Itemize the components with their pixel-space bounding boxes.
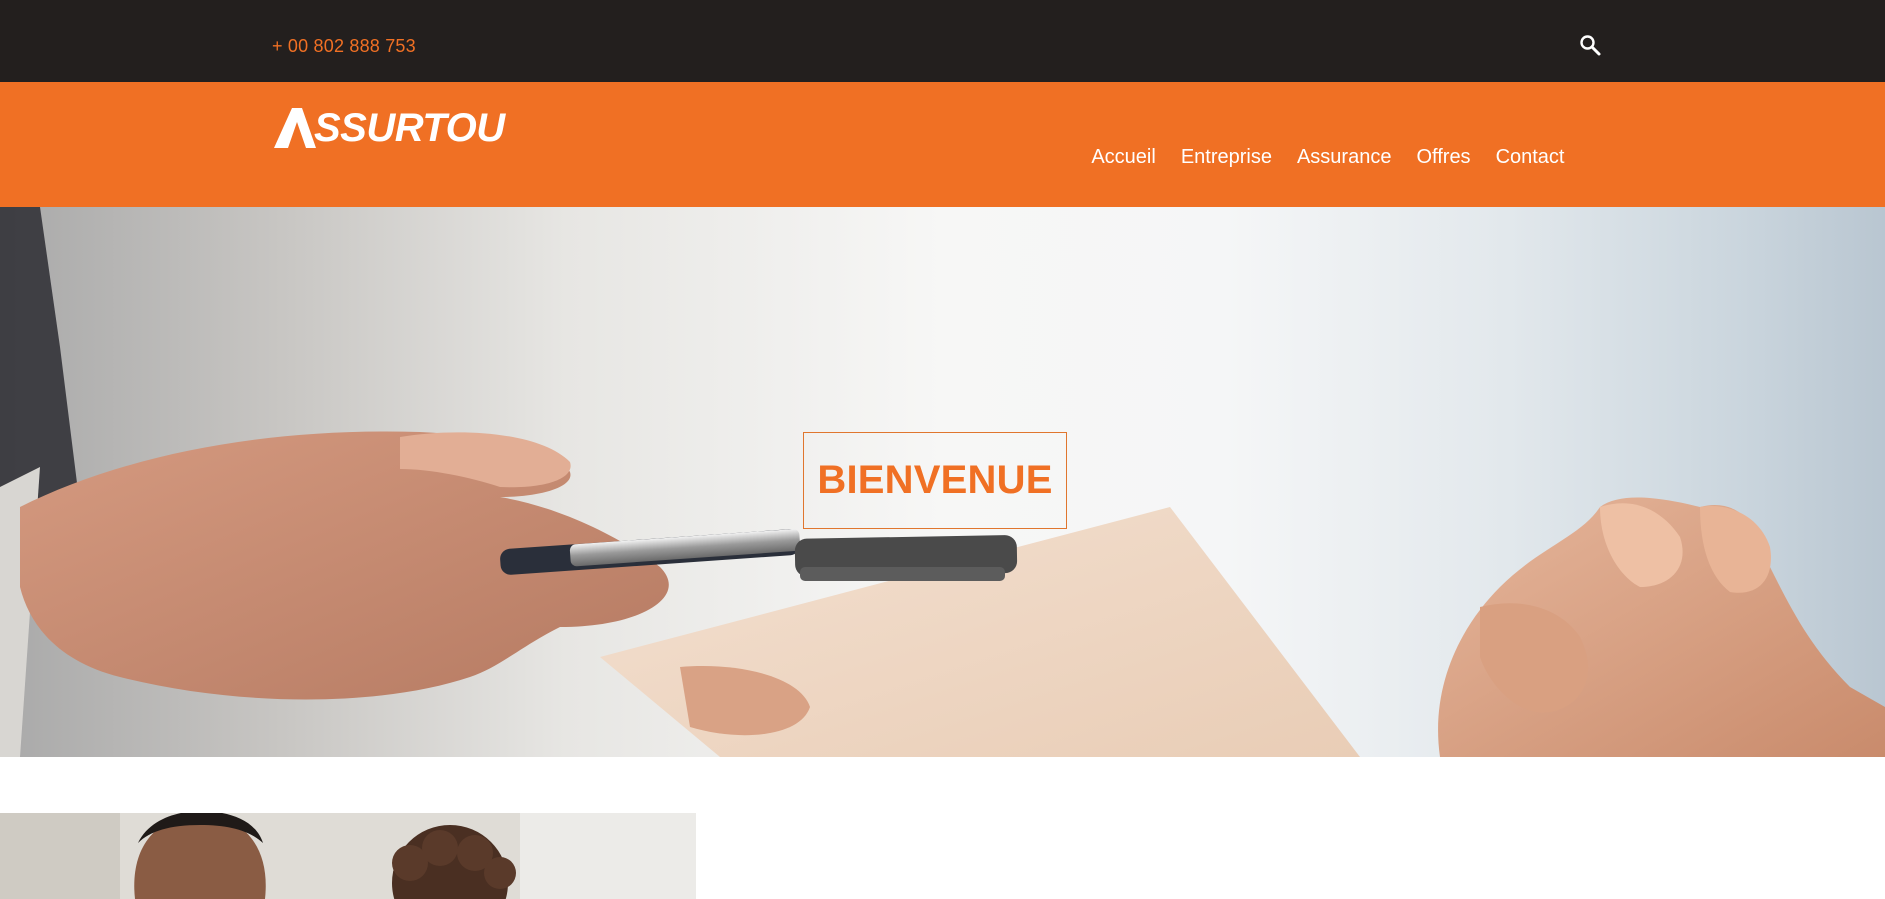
nav-item-assurance[interactable]: Assurance: [1284, 146, 1404, 169]
phone-number[interactable]: + 00 802 888 753: [272, 36, 416, 57]
triangle-a-logo-icon: [274, 108, 316, 148]
team-photo: [0, 813, 696, 899]
nav-item-accueil[interactable]: Accueil: [1079, 146, 1168, 169]
logo-text: SSURTOU: [314, 106, 505, 150]
welcome-box: BIENVENUE: [803, 432, 1067, 529]
nav-item-offres[interactable]: Offres: [1404, 146, 1483, 169]
hero-banner: BIENVENUE: [0, 207, 1885, 757]
main-nav: Accueil Entreprise Assurance Offres Cont…: [1079, 146, 1577, 169]
site-logo[interactable]: SSURTOU: [272, 104, 524, 150]
top-bar: + 00 802 888 753: [0, 0, 1885, 82]
nav-item-entreprise[interactable]: Entreprise: [1168, 146, 1284, 169]
hero-title: BIENVENUE: [817, 458, 1053, 502]
search-icon[interactable]: [1578, 33, 1602, 57]
main-header: SSURTOU Accueil Entreprise Assurance Off…: [0, 82, 1885, 207]
nav-item-contact[interactable]: Contact: [1483, 146, 1577, 169]
